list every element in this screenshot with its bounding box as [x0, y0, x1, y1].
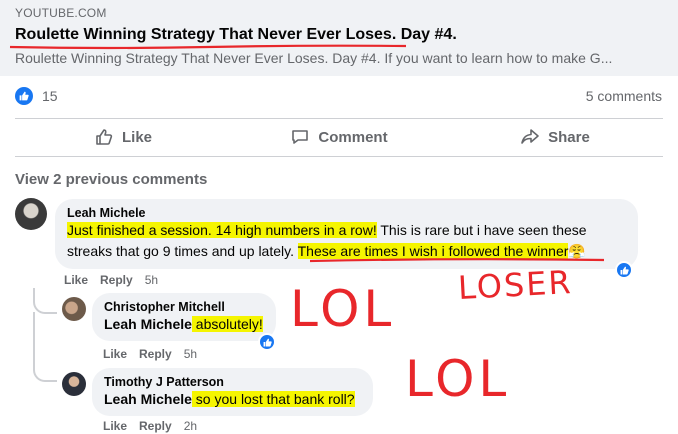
- comment-like-button[interactable]: Like: [64, 273, 88, 287]
- reactions-summary[interactable]: 15: [15, 86, 58, 106]
- comment-like-button[interactable]: Like: [103, 347, 127, 361]
- lol-annotation: LOL: [405, 350, 511, 408]
- mention-tag[interactable]: Leah Michele: [104, 391, 192, 407]
- view-previous-comments-link[interactable]: View 2 previous comments: [15, 171, 207, 188]
- avatar[interactable]: [62, 372, 86, 396]
- comment-timestamp[interactable]: 5h: [145, 273, 158, 287]
- reply-thread-line: [33, 312, 57, 382]
- comment-timestamp[interactable]: 5h: [184, 347, 197, 361]
- comment-bubble: Timothy J Patterson Leah Michele so you …: [92, 368, 373, 416]
- comment-like-badge-icon[interactable]: [615, 261, 633, 279]
- link-description: Roulette Winning Strategy That Never Eve…: [15, 50, 613, 66]
- like-reaction-icon: [15, 87, 33, 105]
- comment-like-badge-icon[interactable]: [258, 333, 276, 351]
- mention-tag[interactable]: Leah Michele: [104, 316, 192, 332]
- comment-reply-button[interactable]: Reply: [139, 419, 172, 433]
- comment-bubble: Christopher Mitchell Leah Michele absolu…: [92, 293, 276, 341]
- comment-reply-button[interactable]: Reply: [139, 347, 172, 361]
- lol-annotation: LOL: [290, 280, 396, 338]
- avatar[interactable]: [15, 198, 47, 230]
- post-actions-bar: Like Comment Share: [15, 119, 663, 155]
- reply-thread-line: [33, 288, 57, 314]
- comment-label: Comment: [318, 128, 388, 146]
- reaction-count: 15: [42, 88, 58, 104]
- link-preview-card[interactable]: YOUTUBE.COM Roulette Winning Strategy Th…: [0, 0, 678, 76]
- comment-text: Leah Michele absolutely!: [104, 314, 264, 335]
- comment-icon: [292, 130, 309, 144]
- like-button[interactable]: Like: [15, 119, 231, 155]
- loser-annotation: LOSER: [457, 263, 574, 307]
- thumbs-up-icon: [96, 129, 113, 145]
- comment-author[interactable]: Christopher Mitchell: [104, 300, 264, 314]
- comment-author[interactable]: Leah Michele: [67, 206, 626, 220]
- share-button[interactable]: Share: [447, 119, 663, 155]
- comment-meta: Like Reply 2h: [103, 419, 197, 433]
- like-label: Like: [121, 128, 152, 146]
- share-icon: [521, 129, 539, 144]
- comment-like-button[interactable]: Like: [103, 419, 127, 433]
- comment-meta: Like Reply 5h: [103, 347, 197, 361]
- avatar[interactable]: [62, 297, 86, 321]
- comment-reply-button[interactable]: Reply: [100, 273, 133, 287]
- comment-text: Leah Michele so you lost that bank roll?: [104, 389, 361, 410]
- share-label: Share: [548, 128, 590, 146]
- comments-count-link[interactable]: 5 comments: [586, 88, 662, 104]
- comment-author[interactable]: Timothy J Patterson: [104, 375, 361, 389]
- highlighted-text: absolutely!: [191, 316, 263, 332]
- link-source: YOUTUBE.COM: [15, 6, 107, 20]
- divider: [15, 156, 663, 157]
- comment-button[interactable]: Comment: [231, 119, 447, 155]
- comment-timestamp[interactable]: 2h: [184, 419, 197, 433]
- comment-meta: Like Reply 5h: [64, 273, 158, 287]
- highlighted-text: so you lost that bank roll?: [191, 391, 355, 407]
- highlighted-text: Just finished a session. 14 high numbers…: [67, 222, 377, 238]
